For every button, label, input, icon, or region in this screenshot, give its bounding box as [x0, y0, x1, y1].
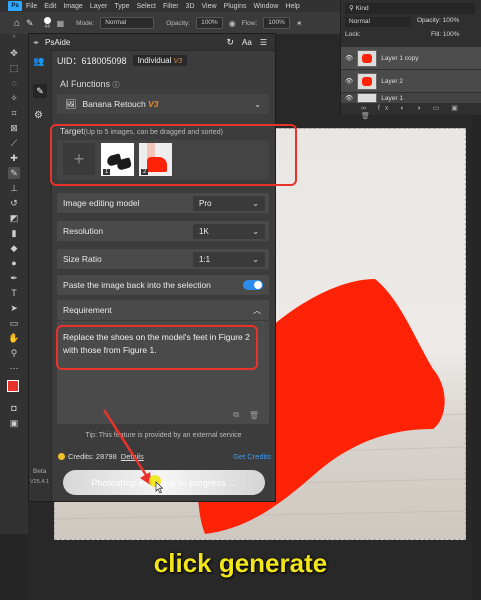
video-caption: click generate — [153, 548, 328, 578]
annotation-overlay — [102, 409, 164, 494]
annotation-arrow — [102, 409, 152, 486]
